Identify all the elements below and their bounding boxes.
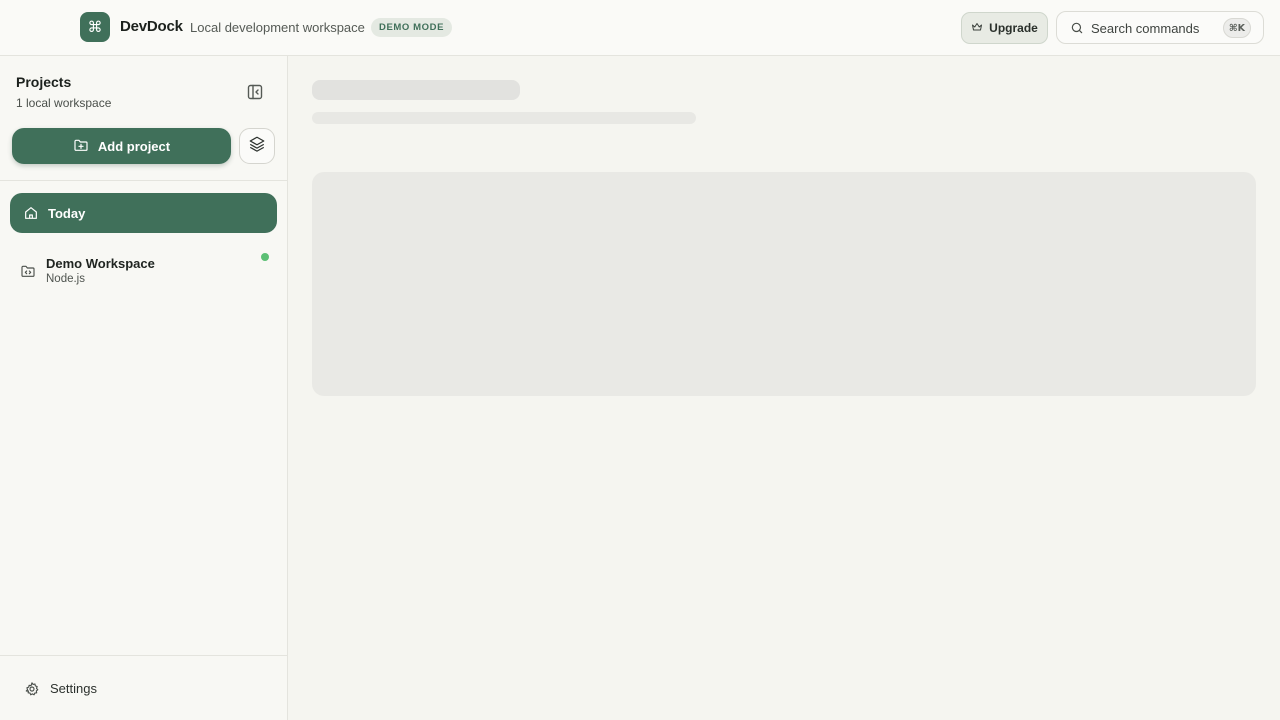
search-icon <box>1070 21 1084 40</box>
gear-icon <box>24 681 40 702</box>
skeleton-card <box>312 172 1256 396</box>
skeleton-title <box>312 80 520 100</box>
status-indicator <box>261 253 269 261</box>
app-title: DevDock <box>120 18 183 35</box>
projects-count: 1 local workspace <box>16 96 112 110</box>
shortcut-hint: ⌘K <box>1222 18 1251 38</box>
app-subtitle: Local development workspace <box>190 20 365 35</box>
skeleton-subtitle <box>312 112 696 124</box>
workspace-name: Demo Workspace <box>46 256 155 271</box>
crown-icon <box>971 21 983 36</box>
settings-label: Settings <box>50 681 97 696</box>
upgrade-label: Upgrade <box>989 21 1038 35</box>
sidebar: Projects 1 local workspace Add project T… <box>0 56 288 720</box>
collapse-sidebar-button[interactable] <box>245 82 265 102</box>
nav-item-today[interactable]: Today <box>10 193 277 233</box>
sidebar-collapse-icon <box>245 84 265 106</box>
search-placeholder: Search commands <box>1091 21 1200 36</box>
sidebar-divider <box>0 180 287 181</box>
projects-heading: Projects <box>16 74 72 90</box>
nav-item-label: Today <box>48 206 86 221</box>
home-icon <box>23 205 39 226</box>
upgrade-button[interactable]: Upgrade <box>961 12 1048 44</box>
layers-icon <box>248 135 266 158</box>
settings-button[interactable]: Settings <box>24 679 144 699</box>
add-project-button[interactable]: Add project <box>12 128 231 164</box>
workspace-item[interactable]: Demo Workspace Node.js <box>10 249 277 293</box>
command-search[interactable]: Search commands ⌘K <box>1056 11 1264 44</box>
add-project-label: Add project <box>97 138 171 154</box>
app-logo[interactable]: ⌘ <box>80 12 110 42</box>
folder-code-icon <box>20 263 36 284</box>
demo-mode-badge: DEMO MODE <box>371 18 453 37</box>
sidebar-footer-divider <box>0 655 287 656</box>
top-bar: ⌘ DevDock Local development workspace DE… <box>0 0 1280 56</box>
folder-plus-icon <box>73 137 89 156</box>
layers-button[interactable] <box>239 128 275 164</box>
workspace-runtime: Node.js <box>46 273 85 285</box>
